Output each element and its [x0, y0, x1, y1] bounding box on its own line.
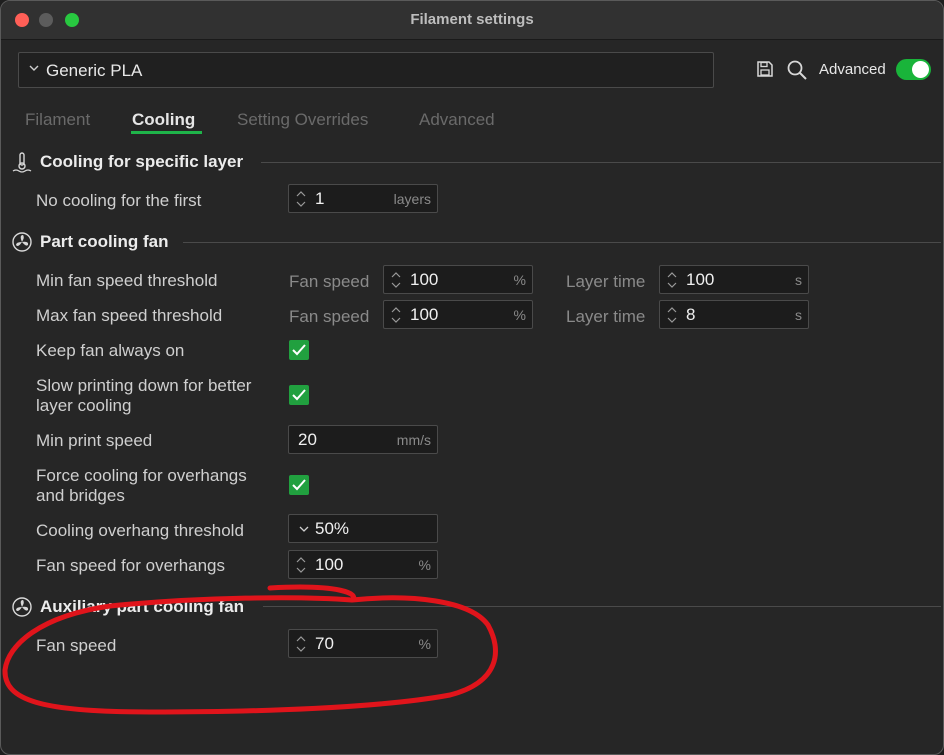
force-cooling-checkbox[interactable] — [289, 475, 309, 495]
min-layer-time-unit: s — [795, 272, 802, 288]
spin-arrows-icon[interactable] — [666, 305, 678, 325]
fan-icon — [12, 597, 32, 617]
min-layer-time-sublabel: Layer time — [566, 272, 646, 291]
overhang-fan-speed-unit: % — [418, 557, 431, 573]
advanced-toggle[interactable] — [896, 59, 931, 80]
active-tab-indicator — [131, 131, 202, 134]
section-divider — [261, 162, 941, 163]
slow-down-label-line2: layer cooling — [36, 396, 132, 415]
checkmark-icon — [292, 344, 306, 356]
search-icon[interactable] — [786, 59, 808, 81]
spin-arrows-icon[interactable] — [390, 305, 402, 325]
chevron-down-icon — [29, 65, 39, 71]
spin-arrows-icon[interactable] — [295, 189, 307, 209]
overhang-threshold-label: Cooling overhang threshold — [36, 521, 244, 540]
save-icon[interactable] — [756, 60, 774, 78]
overhang-threshold-dropdown[interactable]: 50% — [288, 514, 438, 543]
section-title-cooling-layer: Cooling for specific layer — [40, 152, 244, 171]
no-cooling-label: No cooling for the first — [36, 191, 202, 210]
spin-arrows-icon[interactable] — [295, 555, 307, 575]
aux-fan-speed-unit: % — [418, 636, 431, 652]
no-cooling-unit: layers — [393, 191, 431, 207]
slow-down-label-line1: Slow printing down for better — [36, 376, 252, 395]
toggle-knob — [912, 61, 929, 78]
min-fan-speed-value: 100 — [410, 270, 439, 289]
max-layer-time-input[interactable]: 8 s — [659, 300, 809, 329]
section-title-part-fan: Part cooling fan — [40, 232, 169, 251]
overhang-fan-speed-input[interactable]: 100 % — [288, 550, 438, 579]
tab-advanced[interactable]: Advanced — [419, 110, 495, 130]
min-fan-speed-unit: % — [513, 272, 526, 288]
keep-fan-on-checkbox[interactable] — [289, 340, 309, 360]
force-cooling-label-line2: and bridges — [36, 486, 125, 505]
max-layer-time-unit: s — [795, 307, 802, 323]
advanced-toggle-label: Advanced — [819, 61, 886, 78]
max-fan-speed-sublabel: Fan speed — [289, 307, 370, 326]
max-layer-time-value: 8 — [686, 305, 696, 324]
min-fan-threshold-label: Min fan speed threshold — [36, 271, 218, 290]
slow-down-checkbox[interactable] — [289, 385, 309, 405]
tab-cooling[interactable]: Cooling — [132, 110, 195, 130]
min-print-speed-label: Min print speed — [36, 431, 153, 450]
spin-arrows-icon[interactable] — [390, 270, 402, 290]
chevron-down-icon — [299, 526, 309, 532]
section-divider — [263, 606, 941, 607]
keep-fan-on-label: Keep fan always on — [36, 341, 185, 360]
spin-arrows-icon[interactable] — [295, 634, 307, 654]
overhang-threshold-value: 50% — [315, 519, 350, 538]
min-print-speed-value: 20 — [298, 430, 317, 449]
min-fan-speed-sublabel: Fan speed — [289, 272, 370, 291]
overhang-fan-speed-value: 100 — [315, 555, 344, 574]
thermometer-icon — [12, 152, 32, 173]
preset-value: Generic PLA — [46, 61, 143, 80]
max-layer-time-sublabel: Layer time — [566, 307, 646, 326]
filament-settings-window: Filament settings Generic PLA Advanced F… — [0, 0, 944, 755]
force-cooling-label-line1: Force cooling for overhangs — [36, 466, 247, 485]
spin-arrows-icon[interactable] — [666, 270, 678, 290]
max-fan-speed-value: 100 — [410, 305, 439, 324]
checkmark-icon — [292, 479, 306, 491]
max-fan-speed-input[interactable]: 100 % — [383, 300, 533, 329]
aux-fan-speed-input[interactable]: 70 % — [288, 629, 438, 658]
min-layer-time-input[interactable]: 100 s — [659, 265, 809, 294]
max-fan-threshold-label: Max fan speed threshold — [36, 306, 223, 325]
min-layer-time-value: 100 — [686, 270, 715, 289]
aux-fan-speed-label: Fan speed — [36, 636, 117, 655]
window-title: Filament settings — [410, 11, 534, 28]
overhang-fan-label: Fan speed for overhangs — [36, 556, 226, 575]
title-bar: Filament settings — [1, 1, 943, 40]
tab-filament[interactable]: Filament — [25, 110, 90, 130]
preset-dropdown[interactable]: Generic PLA — [18, 52, 714, 88]
min-print-speed-input[interactable]: 20 mm/s — [288, 425, 438, 454]
aux-fan-speed-value: 70 — [315, 634, 334, 653]
checkmark-icon — [292, 389, 306, 401]
section-title-aux-fan: Auxiliary part cooling fan — [40, 597, 245, 616]
fan-icon — [12, 232, 32, 252]
section-divider — [183, 242, 941, 243]
min-print-speed-unit: mm/s — [396, 432, 431, 448]
no-cooling-value: 1 — [315, 189, 325, 208]
max-fan-speed-unit: % — [513, 307, 526, 323]
no-cooling-layers-input[interactable]: 1 layers — [288, 184, 438, 213]
tab-setting-overrides[interactable]: Setting Overrides — [237, 110, 368, 130]
min-fan-speed-input[interactable]: 100 % — [383, 265, 533, 294]
